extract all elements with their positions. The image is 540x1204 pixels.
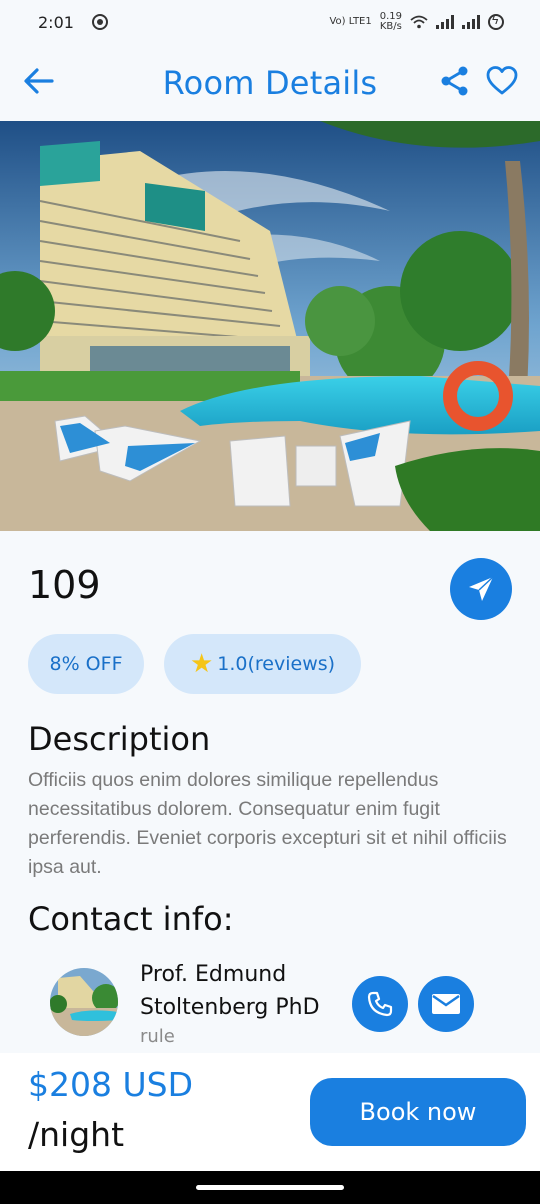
rating-badge[interactable]: ★ 1.0(reviews) <box>164 634 361 694</box>
wifi-icon <box>410 15 428 29</box>
send-icon <box>469 576 494 601</box>
call-button[interactable] <box>352 976 408 1032</box>
book-now-button[interactable]: Book now <box>310 1078 526 1146</box>
volte-icon: Vo) LTE1 <box>329 17 371 27</box>
home-gesture-handle[interactable] <box>196 1185 344 1190</box>
price: $208 USD <box>28 1065 193 1104</box>
discount-badge: 8% OFF <box>28 634 144 694</box>
network-speed: 0.19 KB/s <box>380 12 402 32</box>
phone-icon <box>367 991 393 1017</box>
back-arrow-icon[interactable] <box>22 64 56 98</box>
contact-name: Prof. Edmund Stoltenberg PhD <box>140 962 320 1020</box>
price-unit: /night <box>28 1115 125 1154</box>
room-photo <box>0 121 540 531</box>
network-speed-unit: KB/s <box>379 21 402 32</box>
room-number: 109 <box>28 563 101 607</box>
heart-icon[interactable] <box>485 64 519 98</box>
contact-heading: Contact info: <box>28 900 234 938</box>
avatar-image <box>50 968 118 1036</box>
notification-icon <box>91 14 108 30</box>
status-time: 2:01 <box>38 12 74 32</box>
hotel-pool-image <box>0 121 540 531</box>
mail-icon <box>432 994 460 1014</box>
email-button[interactable] <box>418 976 474 1032</box>
app-header: Room Details <box>0 44 540 121</box>
status-icons: Vo) LTE1 0.19 KB/s <box>329 12 504 32</box>
share-icon[interactable] <box>438 64 472 98</box>
send-button[interactable] <box>450 558 512 620</box>
avatar <box>50 968 118 1036</box>
rating-label: 1.0(reviews) <box>217 653 336 675</box>
volte-label: Vo) LTE1 <box>329 16 372 27</box>
star-icon: ★ <box>189 649 214 679</box>
status-bar: 2:01 Vo) LTE1 0.19 KB/s <box>0 0 540 44</box>
booking-bar: $208 USD /night Book now <box>0 1053 540 1171</box>
battery-icon <box>488 13 504 30</box>
contact-role: rule <box>140 1026 175 1047</box>
description-text: Officiis quos enim dolores similique rep… <box>28 769 507 878</box>
system-nav-bar <box>0 1171 540 1204</box>
page-title: Room Details <box>162 63 378 102</box>
signal-icon <box>436 15 454 29</box>
description-heading: Description <box>28 720 211 758</box>
discount-label: 8% OFF <box>49 653 123 675</box>
signal-icon-2 <box>462 15 480 29</box>
